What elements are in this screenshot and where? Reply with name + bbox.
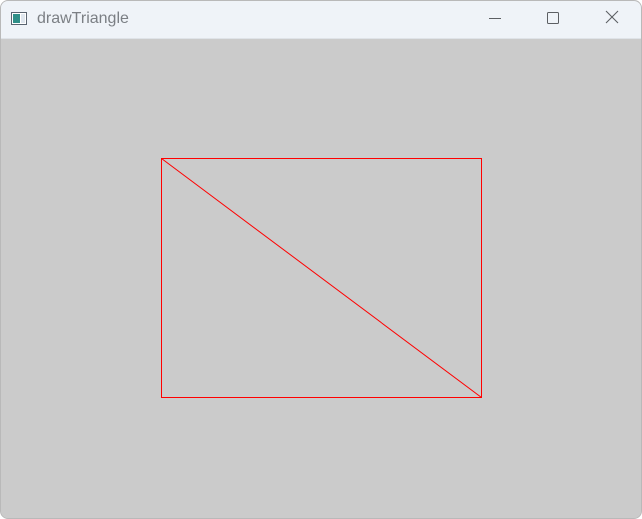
drawing-area[interactable]: [1, 39, 641, 518]
maximize-icon: [547, 11, 559, 29]
app-window-icon: [11, 12, 27, 25]
window-title: drawTriangle: [37, 10, 129, 27]
maximize-button[interactable]: [524, 1, 582, 38]
title-bar[interactable]: drawTriangle: [1, 1, 641, 39]
close-button[interactable]: [583, 1, 641, 38]
red-diagonal-line: [161, 158, 482, 398]
close-icon: [605, 10, 619, 29]
minimize-button[interactable]: [466, 1, 524, 38]
drawing-canvas: [161, 158, 482, 398]
minimize-icon: [489, 11, 501, 29]
app-window: drawTriangle: [0, 0, 642, 519]
